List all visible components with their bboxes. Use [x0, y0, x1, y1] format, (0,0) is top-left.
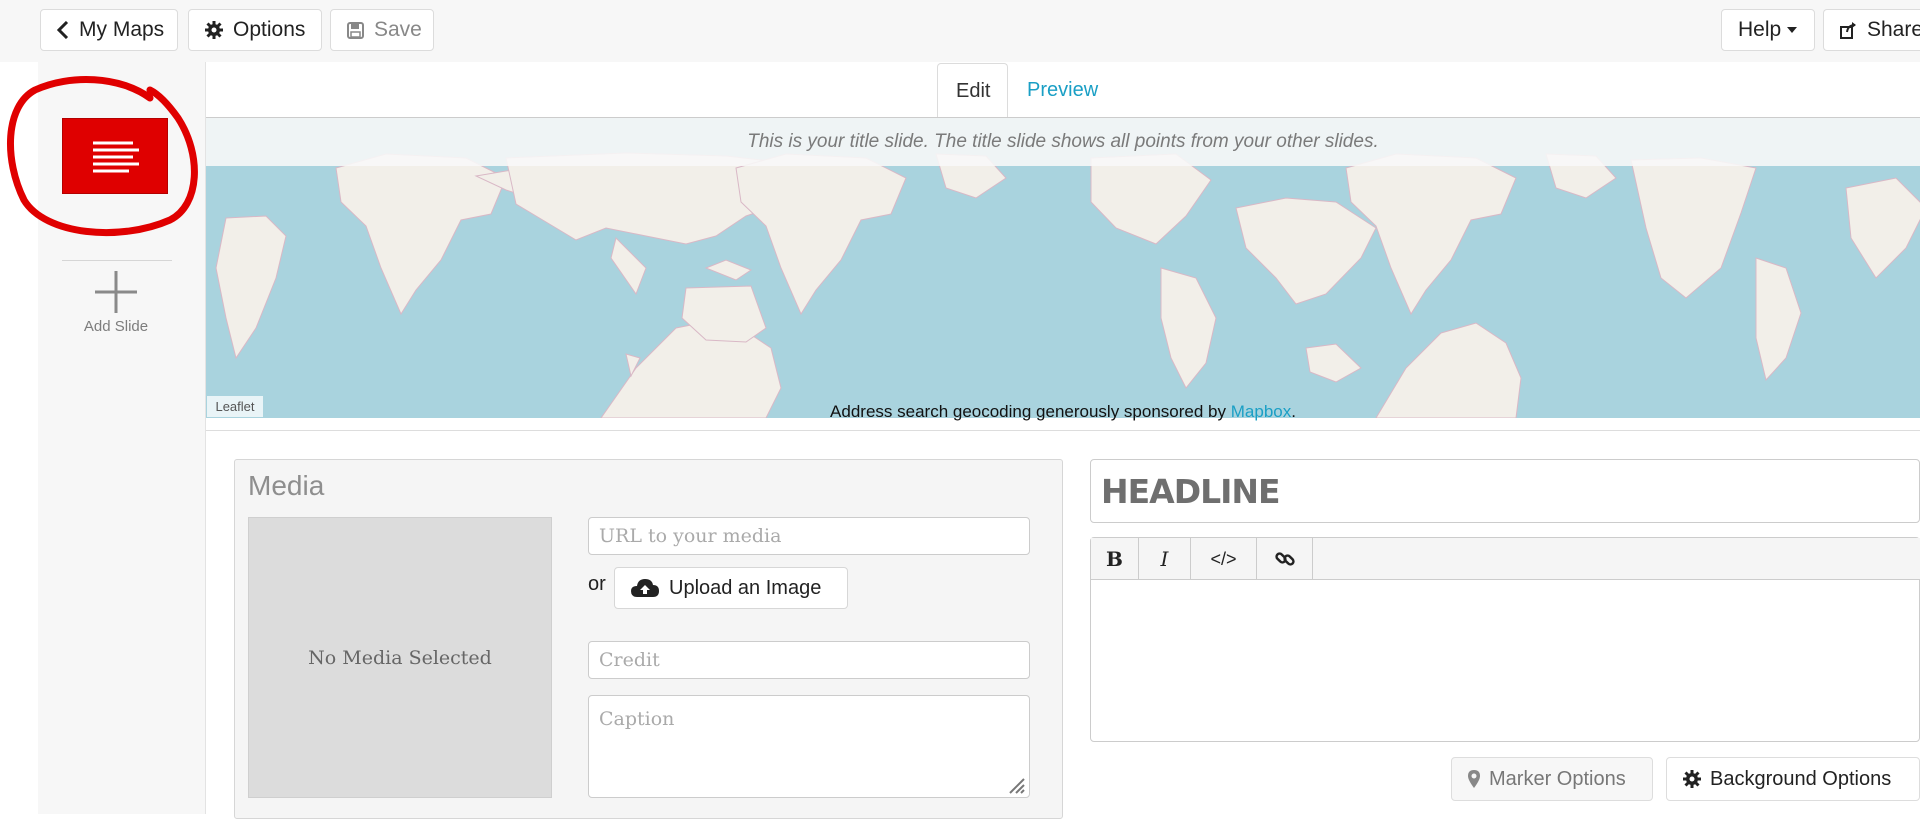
code-button[interactable]: </> — [1191, 538, 1257, 580]
italic-button[interactable]: I — [1139, 538, 1191, 580]
upload-image-button[interactable]: Upload an Image — [614, 567, 848, 609]
media-url-input[interactable]: URL to your media — [588, 517, 1030, 555]
text-lines-icon — [93, 141, 139, 173]
background-options-label: Background Options — [1710, 767, 1892, 790]
sponsor-text: Address search geocoding generously spon… — [830, 402, 1227, 421]
or-text: or — [588, 573, 606, 595]
chevron-left-icon — [57, 21, 69, 39]
code-label: </> — [1210, 548, 1237, 569]
help-label: Help — [1738, 18, 1782, 41]
credit-placeholder: Credit — [599, 649, 660, 671]
floppy-disk-icon — [347, 21, 364, 39]
share-label: Share — [1867, 18, 1920, 41]
media-url-placeholder: URL to your media — [599, 525, 782, 547]
map-divider — [206, 430, 1920, 431]
options-label: Options — [233, 18, 306, 41]
caption-placeholder: Caption — [599, 708, 675, 730]
title-slide-thumbnail[interactable] — [62, 118, 168, 194]
italic-label: I — [1160, 547, 1169, 571]
tab-edit[interactable]: Edit — [937, 63, 1008, 118]
map-marker-icon — [1468, 770, 1480, 788]
share-icon — [1840, 21, 1857, 39]
media-preview: No Media Selected — [248, 517, 552, 798]
credit-input[interactable]: Credit — [588, 641, 1030, 679]
my-maps-label: My Maps — [79, 18, 165, 41]
link-button[interactable] — [1257, 538, 1313, 580]
bold-button[interactable]: B — [1091, 538, 1139, 580]
sidebar-divider — [62, 260, 172, 261]
bold-label: B — [1106, 547, 1123, 571]
help-dropdown-button[interactable]: Help — [1721, 9, 1815, 51]
headline-input[interactable]: HEADLINE — [1090, 459, 1920, 523]
marker-options-button[interactable]: Marker Options — [1451, 757, 1653, 801]
tab-edit-label: Edit — [956, 79, 991, 102]
resize-handle-icon[interactable] — [1006, 775, 1026, 795]
link-icon — [1274, 549, 1295, 569]
save-button[interactable]: Save — [330, 9, 434, 51]
cloud-upload-icon — [631, 578, 659, 598]
caret-down-icon — [1787, 27, 1798, 33]
geocoding-sponsor-note: Address search geocoding generously spon… — [206, 402, 1920, 428]
no-media-text: No Media Selected — [308, 646, 492, 669]
plus-icon — [95, 271, 137, 313]
sponsor-suffix: . — [1291, 402, 1296, 421]
save-label: Save — [374, 18, 422, 41]
background-options-button[interactable]: Background Options — [1666, 757, 1920, 801]
marker-options-label: Marker Options — [1489, 767, 1626, 790]
add-slide-button[interactable]: Add Slide — [62, 270, 170, 360]
my-maps-button[interactable]: My Maps — [40, 9, 178, 51]
caption-textarea[interactable]: Caption — [588, 695, 1030, 798]
gear-icon — [205, 21, 223, 39]
add-slide-label: Add Slide — [83, 318, 149, 335]
tab-preview[interactable]: Preview — [1009, 63, 1123, 118]
options-button[interactable]: Options — [188, 9, 322, 51]
media-heading: Media — [248, 470, 325, 501]
mapbox-link[interactable]: Mapbox — [1231, 402, 1291, 421]
tab-preview-label: Preview — [1027, 79, 1099, 101]
upload-image-label: Upload an Image — [669, 576, 822, 599]
share-button[interactable]: Share — [1823, 9, 1920, 51]
gear-icon — [1683, 770, 1701, 788]
title-slide-note: This is your title slide. The title slid… — [206, 118, 1920, 166]
headline-placeholder: HEADLINE — [1101, 471, 1281, 511]
